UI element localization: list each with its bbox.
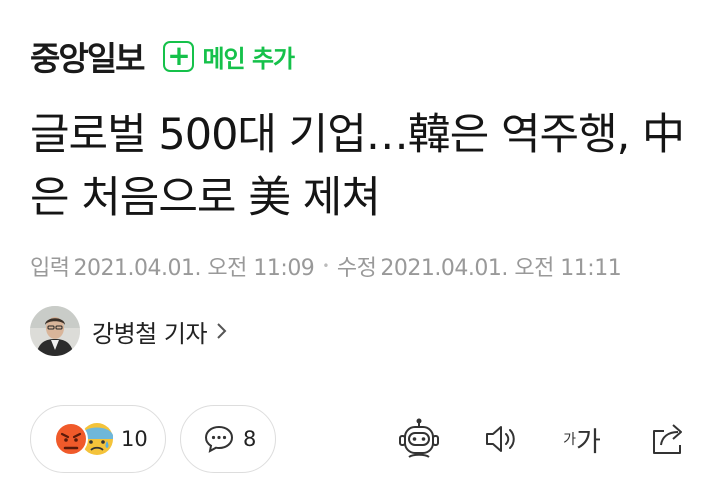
add-main-button[interactable]: + 메인 추가 (163, 39, 295, 74)
article-header: 중앙일보 + 메인 추가 (30, 36, 295, 78)
article-title: 글로벌 500대 기업…韓은 역주행, 中은 처음으로 美 제쳐 (30, 110, 685, 223)
robot-icon (399, 418, 439, 458)
reporter-avatar (30, 306, 80, 356)
input-label: 입력 (30, 256, 70, 281)
reporter-link[interactable]: 강병철 기자 (30, 306, 229, 356)
speaker-icon (486, 426, 515, 452)
font-size-small-glyph: 가 (563, 432, 577, 448)
modified-date: 2021.04.01. 오전 11:11 (380, 256, 622, 281)
font-size-button[interactable]: 가 가 (557, 416, 607, 462)
reporter-name: 강병철 기자 (92, 319, 208, 348)
modified-label: 수정 (336, 256, 377, 281)
comment-button[interactable]: 8 (180, 405, 276, 473)
angry-face-icon (54, 422, 88, 456)
date-separator: • (322, 259, 329, 273)
listen-button[interactable] (479, 416, 523, 462)
reaction-count: 10 (121, 427, 148, 451)
reaction-button[interactable]: 10 (30, 405, 166, 473)
summary-bot-button[interactable] (394, 416, 444, 462)
article-dates: 입력 2021.04.01. 오전 11:09 • 수정 2021.04.01.… (30, 250, 622, 282)
input-date: 2021.04.01. 오전 11:09 (73, 256, 315, 281)
chevron-right-icon (217, 323, 227, 339)
reaction-emojis (53, 421, 117, 457)
comment-bubble-icon (204, 425, 234, 453)
add-main-label: 메인 추가 (202, 44, 295, 73)
plus-icon: + (163, 40, 195, 72)
press-logo[interactable]: 중앙일보 (30, 32, 145, 80)
comment-count: 8 (243, 427, 257, 451)
font-size-large-glyph: 가 (576, 426, 601, 458)
share-icon (653, 424, 682, 454)
share-button[interactable] (646, 416, 690, 462)
